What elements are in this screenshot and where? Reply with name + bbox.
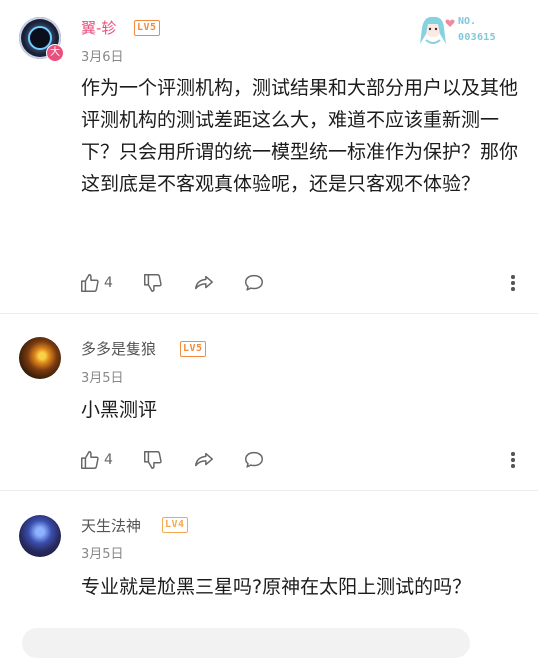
divider (0, 490, 538, 491)
comment-text: 小黑测评 (81, 399, 158, 421)
thumbs-up-icon (81, 274, 99, 292)
thumbs-down-icon (144, 451, 162, 469)
comment-date: 3月5日 (81, 547, 124, 562)
comment-date: 3月5日 (81, 371, 124, 386)
reply-button[interactable] (242, 270, 266, 296)
avatar-badge: 大 (46, 44, 64, 62)
comment-text: 专业就是尬黑三星吗?原神在太阳上测试的吗？ (81, 576, 472, 598)
like-button[interactable]: 4 (79, 447, 113, 473)
thumbs-down-icon (144, 274, 162, 292)
username[interactable]: 天生法神 (81, 515, 141, 536)
username[interactable]: 翼-轸 (81, 17, 116, 38)
like-count: 4 (104, 452, 113, 468)
fan-medal: NO. 003615 (414, 12, 506, 52)
like-button[interactable]: 4 (79, 270, 113, 296)
thumbs-up-icon (81, 451, 99, 469)
comment-icon (245, 451, 263, 468)
reply-button[interactable] (242, 447, 266, 473)
medal-number: 003615 (458, 32, 496, 43)
medal-label: NO. (458, 16, 477, 27)
share-button[interactable] (192, 270, 216, 296)
username[interactable]: 多多是隻狼 (81, 338, 156, 359)
share-icon (195, 452, 213, 467)
like-count: 4 (104, 275, 113, 291)
comment-date: 3月6日 (81, 50, 124, 65)
level-badge: LV5 (134, 20, 160, 36)
level-badge: LV4 (162, 517, 188, 533)
comment-text: 作为一个评测机构，测试结果和大部分用户以及其他评测机构的测试差距这么大，难道不应… (81, 77, 519, 195)
comment-icon (245, 274, 263, 291)
dislike-button[interactable] (142, 270, 164, 296)
avatar[interactable] (19, 515, 61, 557)
share-icon (195, 275, 213, 290)
share-button[interactable] (192, 447, 216, 473)
more-vertical-icon[interactable] (506, 447, 520, 473)
level-badge: LV5 (180, 341, 206, 357)
heart-icon (445, 19, 455, 27)
divider (0, 313, 538, 314)
dislike-button[interactable] (142, 447, 164, 473)
reply-input-bar[interactable] (22, 628, 470, 658)
more-vertical-icon[interactable] (506, 270, 520, 296)
avatar[interactable] (19, 337, 61, 379)
